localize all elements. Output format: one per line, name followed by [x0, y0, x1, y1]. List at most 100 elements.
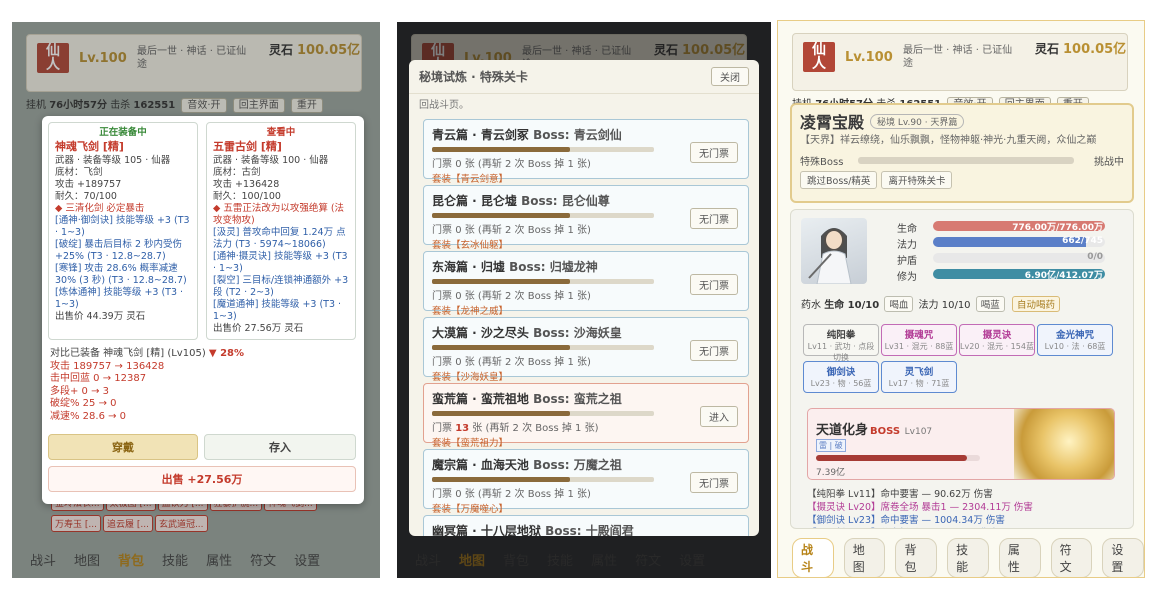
tab-背包[interactable]: 背包 — [499, 548, 533, 571]
realm-badge: 仙人 — [803, 42, 835, 72]
compare-summary: 对比已装备 神魂飞剑 [精] (Lv105) ▼ 28% 攻击 189757 →… — [50, 348, 245, 422]
skill-slot[interactable]: 御剑诀 Lv23 · 物 · 56蓝 — [803, 361, 879, 393]
auto-potion-button[interactable]: 自动喝药 — [1011, 296, 1060, 312]
skill-slot[interactable]: 灵飞剑 Lv17 · 物 · 71蓝 — [881, 361, 957, 393]
tab-设置[interactable]: 设置 — [290, 548, 324, 571]
stage-boss: Boss: 青云剑仙 — [533, 128, 622, 142]
stage-card: 昆仑篇 · 昆仑墟 Boss: 昆仑仙尊 门票 0 张 (再斩 2 次 Boss … — [423, 185, 749, 251]
stat-value: 0/0 — [1087, 252, 1103, 262]
drink-mp-button[interactable]: 喝蓝 — [975, 296, 1005, 312]
item-stat: 武器 · 装备等级 105 · 仙器 — [55, 155, 171, 166]
stage-card: 蛮荒篇 · 蛮荒祖地 Boss: 蛮荒之祖 门票 13 张 (再斩 2 次 Bos… — [423, 383, 749, 449]
stage-enter-button[interactable]: 无门票 — [690, 472, 738, 493]
tab-技能[interactable]: 技能 — [158, 548, 192, 571]
tab-技能[interactable]: 技能 — [947, 538, 989, 577]
tab-地图[interactable]: 地图 — [70, 548, 104, 571]
skill-name: 摄魂咒 — [904, 330, 934, 341]
stage-progress-bar — [432, 279, 654, 284]
tab-地图[interactable]: 地图 — [455, 548, 489, 571]
skill-slot[interactable]: 摄魂咒 Lv31 · 混元 · 88蓝 — [881, 324, 957, 356]
boss-progress-bar — [858, 157, 1074, 164]
stat-value: 776.00万/776.00万 — [1012, 223, 1103, 233]
player-subtitle: 最后一世 · 神话 · 已证仙途 — [137, 46, 247, 70]
item-sell-price: 出售价 27.56万 灵石 — [213, 323, 304, 334]
avatar — [801, 218, 867, 284]
stage-progress-bar — [432, 147, 654, 152]
tab-战斗[interactable]: 战斗 — [792, 538, 834, 577]
sell-button[interactable]: 出售 +27.56万 — [48, 466, 356, 492]
skill-name: 灵飞剑 — [904, 367, 934, 378]
tab-地图[interactable]: 地图 — [843, 538, 886, 577]
stage-boss: Boss: 十殿阎君 — [545, 524, 634, 536]
item-stat: 耐久：100/100 — [213, 191, 281, 202]
item-stat: 底材：古剑 — [213, 167, 261, 178]
log-line: 【摄灵诀 Lv20】席卷全场 暴击1 — 2304.11万 伤害 — [807, 502, 1033, 513]
tab-设置[interactable]: 设置 — [675, 548, 709, 571]
stage-enter-button[interactable]: 进入 — [700, 406, 738, 427]
skill-slot[interactable]: 金光神咒 Lv10 · 法 · 68蓝 — [1037, 324, 1113, 356]
stage-set-reward: 套装【龙神之威】 — [432, 306, 509, 317]
inventory-item[interactable]: 玄武道冠... — [154, 515, 208, 532]
stage-progress-bar — [432, 345, 654, 350]
close-button[interactable]: 关闭 — [711, 67, 749, 86]
skill-name: 御剑诀 — [826, 367, 856, 378]
tab-战斗[interactable]: 战斗 — [26, 548, 60, 571]
inventory-item[interactable]: 追云履 [... — [102, 515, 153, 532]
equipped-item-card: 正在装备中 神魂飞剑 [精] 武器 · 装备等级 105 · 仙器 底材：飞剑 攻击… — [48, 122, 198, 340]
potion-row: 药水 生命 10/10 喝血 法力 10/10 喝蓝 自动喝药 — [801, 296, 1062, 312]
stage-boss: Boss: 万魔之祖 — [533, 458, 622, 472]
tab-符文[interactable]: 符文 — [631, 548, 665, 571]
skill-slot[interactable]: 纯阳拳 Lv11 · 武功 · 点段切换 — [803, 324, 879, 362]
tab-设置[interactable]: 设置 — [1102, 538, 1144, 577]
equipped-item-name: 神魂飞剑 [精] — [55, 140, 124, 153]
item-affix: [裂空] 三目标/连锁神通额外 +3 段 (T2 · 2~3) — [213, 275, 349, 298]
store-button[interactable]: 存入 — [204, 434, 356, 460]
log-line: 【灵飞剑 Lv17】分光斩影 — 699.87万 伤害 — [807, 527, 1115, 528]
tab-bar: 战斗 地图 背包 技能 属性 符文 设置 — [397, 540, 771, 578]
tab-属性[interactable]: 属性 — [587, 548, 621, 571]
tab-符文[interactable]: 符文 — [1050, 538, 1093, 577]
stage-card: 魔宗篇 · 血海天池 Boss: 万魔之祖 门票 0 张 (再斩 2 次 Boss… — [423, 449, 749, 515]
tab-技能[interactable]: 技能 — [543, 548, 577, 571]
tab-背包[interactable]: 背包 — [895, 538, 938, 577]
stage-name: 青云篇 · 青云剑冢 Boss: 青云剑仙 — [432, 128, 622, 142]
boss-element-badge: 雷 | 破 — [816, 439, 846, 452]
player-level: Lv.100 — [845, 50, 893, 65]
tab-战斗[interactable]: 战斗 — [411, 548, 445, 571]
realm-badge: 仙人 — [37, 43, 69, 73]
sound-toggle[interactable]: 音效·开 — [181, 98, 227, 113]
stat-row: 修为 6.90亿/412.07万 — [897, 268, 1121, 283]
stage-enter-button[interactable]: 无门票 — [690, 142, 738, 163]
panel-inventory: 仙人 Lv.100 最后一世 · 神话 · 已证仙途 灵石 100.05亿 挂机… — [12, 22, 380, 578]
tab-符文[interactable]: 符文 — [246, 548, 280, 571]
tab-背包[interactable]: 背包 — [114, 548, 148, 571]
stage-set-reward: 套装【青云剑意】 — [432, 174, 509, 185]
stage-enter-button[interactable]: 无门票 — [690, 340, 738, 361]
currency-value: 100.05亿 — [297, 43, 361, 58]
home-button[interactable]: 回主界面 — [232, 98, 285, 113]
currency-value: 100.05亿 — [1063, 42, 1127, 57]
panel-battle: 仙人 Lv.100 最后一世 · 神话 · 已证仙途 灵石 100.05亿 挂机… — [777, 20, 1145, 578]
restart-button[interactable]: 重开 — [290, 98, 323, 113]
log-line: 【纯阳拳 Lv11】命中要害 — 90.62万 伤害 — [807, 489, 993, 500]
tab-属性[interactable]: 属性 — [998, 538, 1041, 577]
drink-hp-button[interactable]: 喝血 — [884, 296, 914, 312]
inventory-item[interactable]: 万寿玉 [... — [51, 515, 101, 532]
skill-info: Lv10 · 法 · 68蓝 — [1044, 342, 1106, 351]
currency-label: 灵石 — [654, 43, 679, 57]
item-affix: [炼体通神] 技能等级 +3 (T3 · 1~3) — [55, 287, 184, 310]
stage-name: 昆仑篇 · 昆仑墟 Boss: 昆仑仙尊 — [432, 194, 610, 208]
skip-boss-button[interactable]: 跳过Boss/精英 — [800, 171, 878, 189]
ticket-count: 0 — [455, 357, 462, 368]
skill-slot[interactable]: 摄灵诀 Lv20 · 混元 · 154蓝 — [959, 324, 1035, 356]
header-card: 仙人 Lv.100 最后一世 · 神话 · 已证仙途 灵石 100.05亿 — [792, 33, 1128, 91]
status-line: 挂机 76小时57分 击杀 162551 音效·开 回主界面 重开 — [26, 96, 323, 113]
equip-button[interactable]: 穿戴 — [48, 434, 198, 460]
skill-info: Lv11 · 武功 · 点段切换 — [807, 342, 875, 362]
stage-enter-button[interactable]: 无门票 — [690, 208, 738, 229]
leave-stage-button[interactable]: 离开特殊关卡 — [881, 171, 953, 189]
dialog-title: 秘境试炼 · 特殊关卡 — [419, 70, 528, 84]
stage-enter-button[interactable]: 无门票 — [690, 274, 738, 295]
tab-属性[interactable]: 属性 — [202, 548, 236, 571]
realm-card: 凌霄宝殿 秘境 Lv.90 · 天界篇 【天界】祥云缭绕，仙乐飘飘，怪物神躯·神光… — [790, 103, 1134, 203]
